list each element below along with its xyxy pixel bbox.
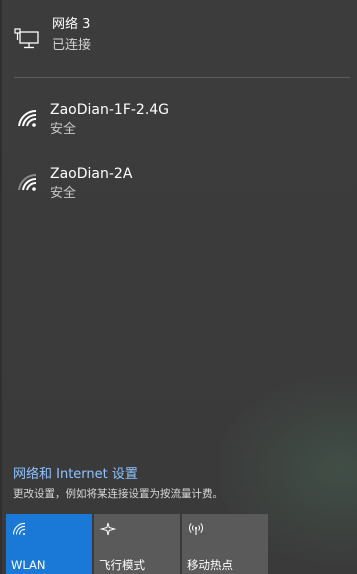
- wifi-network-security: 安全: [50, 122, 77, 137]
- network-settings-description: 更改设置，例如将某连接设置为按流量计费。: [13, 488, 223, 500]
- connected-network-item[interactable]: 网络 3 已连接: [0, 0, 357, 77]
- wifi-network-item[interactable]: ZaoDian-1F-2.4G 安全: [0, 88, 357, 148]
- wifi-signal-icon: [18, 109, 37, 127]
- network-flyout: 网络 3 已连接 ZaoDian-1F-2.4G 安全 ZaoDian-2A 安…: [0, 0, 357, 574]
- mobile-hotspot-button[interactable]: 移动热点: [182, 514, 268, 574]
- airplane-icon: [100, 522, 116, 536]
- wlan-toggle-button[interactable]: WLAN: [6, 514, 92, 574]
- wifi-network-name: ZaoDian-1F-2.4G: [50, 102, 170, 118]
- network-settings-link[interactable]: 网络和 Internet 设置: [13, 466, 138, 484]
- mobile-hotspot-label: 移动热点: [187, 558, 233, 572]
- divider: [14, 77, 350, 78]
- connected-network-status: 已连接: [52, 38, 92, 53]
- wlan-label: WLAN: [11, 558, 46, 572]
- wifi-signal-icon: [18, 173, 37, 191]
- ethernet-network-icon: [14, 28, 39, 49]
- panel-edge: [0, 0, 2, 574]
- wifi-network-name: ZaoDian-2A: [50, 166, 133, 182]
- airplane-mode-button[interactable]: 飞行模式: [94, 514, 180, 574]
- hotspot-icon: [189, 523, 203, 535]
- connected-network-name: 网络 3: [52, 17, 91, 32]
- wifi-network-security: 安全: [50, 186, 77, 201]
- wifi-network-item[interactable]: ZaoDian-2A 安全: [0, 152, 357, 212]
- wifi-icon: [12, 522, 26, 535]
- airplane-mode-label: 飞行模式: [99, 558, 145, 572]
